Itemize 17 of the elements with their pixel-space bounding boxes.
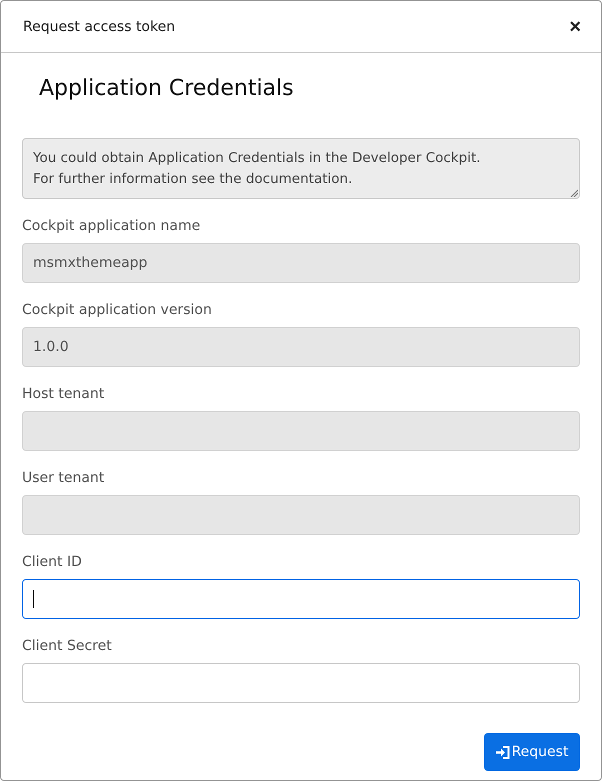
input-field[interactable] [22,579,580,619]
field-label: Client Secret [22,637,113,656]
info-text: You could obtain Application Credentials in the Developer Cockpit. [33,149,482,168]
field-label: User tenant [22,469,106,488]
login-icon [496,746,510,758]
resize-grip-icon[interactable] [570,189,578,197]
info-text: For further information see the documentation. [33,170,354,189]
field-label: Client ID [22,553,83,572]
input-field[interactable] [22,663,580,703]
dialog-title: Request access token [23,18,176,34]
request-button[interactable]: Request [484,733,580,771]
section-heading: Application Credentials [39,75,295,103]
info-textarea[interactable]: You could obtain Application Credentials in the Developer Cockpit. For further information see the documentation. [22,138,580,199]
close-button[interactable]: × [569,16,581,36]
field-label: Host tenant [22,385,106,404]
field-label: Cockpit application name [22,217,202,236]
field-label: Cockpit application version [22,301,213,320]
